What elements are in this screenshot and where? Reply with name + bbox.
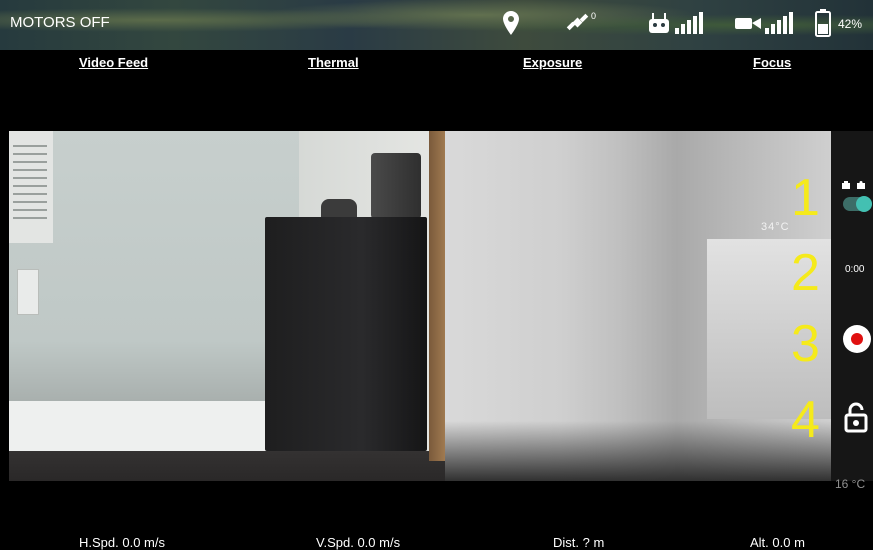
motors-status: MOTORS OFF: [10, 14, 110, 31]
video-signal-icon: [765, 12, 793, 34]
callout-3: 3: [791, 315, 820, 373]
callout-2: 2: [791, 244, 820, 302]
thermal-spot-temp: 34°C: [761, 221, 790, 233]
distance: Dist. ? m: [553, 535, 605, 550]
callout-4: 4: [791, 391, 820, 449]
video-camera-icon: [735, 18, 761, 29]
location-pin-icon: [503, 8, 519, 38]
rgb-video-view: [9, 131, 445, 481]
lock-icon[interactable]: [843, 401, 869, 438]
record-timer: 0:00: [845, 264, 865, 275]
toggle-knob: [856, 196, 872, 212]
tab-exposure[interactable]: Exposure: [523, 55, 582, 70]
horizontal-speed: H.Spd. 0.0 m/s: [79, 535, 165, 550]
record-button[interactable]: [843, 325, 871, 353]
tab-video-feed[interactable]: Video Feed: [79, 55, 148, 70]
mini-fridge: [265, 217, 427, 451]
remote-controller-icon: [649, 13, 669, 33]
thermal-view: 34°C: [445, 131, 831, 481]
camera-switch-icons: [842, 181, 868, 192]
altitude: Alt. 0.0 m: [750, 535, 805, 550]
satellite-count: 0: [591, 11, 597, 21]
battery-icon: [815, 8, 831, 38]
tab-focus[interactable]: Focus: [753, 55, 791, 70]
satellite-icon: 0: [565, 8, 596, 38]
camera-mode-toggle[interactable]: [843, 196, 872, 212]
controller-signal-icon: [675, 12, 703, 34]
wall-outlet: [17, 269, 39, 315]
coffee-maker: [371, 153, 421, 219]
camera-temperature: 16 °C: [835, 477, 866, 491]
camera-mode-tabs: Video Feed Thermal Exposure Focus: [0, 55, 873, 75]
tab-thermal[interactable]: Thermal: [308, 55, 359, 70]
callout-1: 1: [791, 169, 820, 227]
controller-signal: [647, 8, 703, 38]
status-bar: MOTORS OFF 0 42%: [0, 0, 873, 50]
vertical-speed: V.Spd. 0.0 m/s: [316, 535, 401, 550]
wall-vent: [9, 131, 53, 243]
video-signal: [735, 8, 793, 38]
battery-percent: 42%: [838, 17, 863, 31]
camera-feed[interactable]: 34°C: [9, 131, 831, 481]
